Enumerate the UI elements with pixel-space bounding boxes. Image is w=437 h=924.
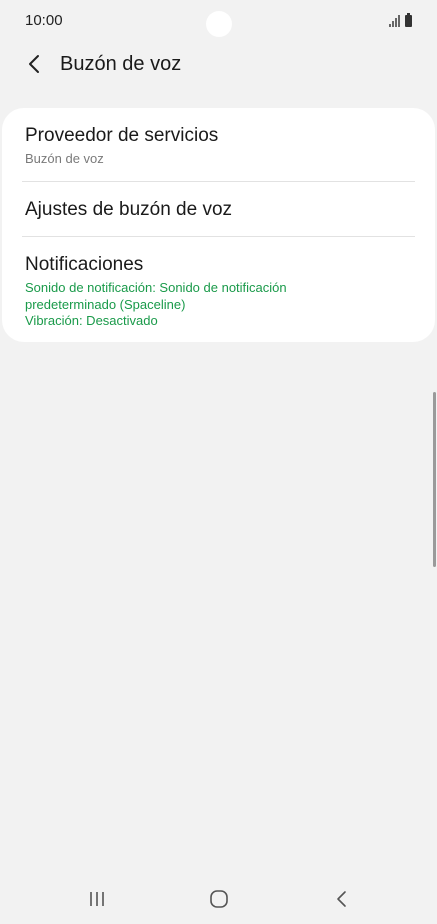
scrollbar[interactable] — [433, 392, 436, 567]
status-icons — [389, 13, 412, 27]
settings-item-service-provider[interactable]: Proveedor de servicios Buzón de voz — [25, 124, 415, 167]
app-bar: Buzón de voz — [0, 45, 437, 85]
recent-apps-button[interactable] — [77, 884, 117, 914]
notification-sound-value: Sonido de notificación: Sonido de notifi… — [25, 280, 287, 312]
back-button[interactable] — [20, 49, 48, 79]
page-title: Buzón de voz — [60, 53, 182, 75]
nav-back-button[interactable] — [322, 884, 362, 914]
status-bar: 10:00 — [0, 0, 437, 42]
home-button[interactable] — [199, 884, 239, 914]
vibration-value: Vibración: Desactivado — [25, 313, 158, 328]
divider — [22, 181, 415, 182]
screen: 10:00 Buzón de voz Proveedor de servicio… — [0, 0, 437, 924]
settings-item-subtitle: Buzón de voz — [25, 151, 104, 166]
settings-item-voicemail-settings[interactable]: Ajustes de buzón de voz — [25, 198, 415, 222]
battery-icon — [405, 13, 412, 27]
navigation-bar — [0, 874, 437, 924]
settings-item-title: Notificaciones — [25, 254, 144, 275]
chevron-left-icon — [29, 55, 39, 73]
settings-item-title: Proveedor de servicios — [25, 125, 219, 146]
divider — [22, 236, 415, 237]
back-icon — [337, 891, 346, 907]
home-icon — [210, 890, 228, 908]
settings-card: Proveedor de servicios Buzón de voz Ajus… — [2, 108, 435, 342]
recent-apps-icon — [90, 892, 104, 906]
signal-icon — [389, 15, 401, 27]
settings-item-title: Ajustes de buzón de voz — [25, 199, 233, 220]
camera-cutout — [206, 11, 232, 37]
status-time: 10:00 — [25, 12, 63, 29]
settings-item-notifications[interactable]: Notificaciones Sonido de notificación: S… — [25, 253, 415, 330]
